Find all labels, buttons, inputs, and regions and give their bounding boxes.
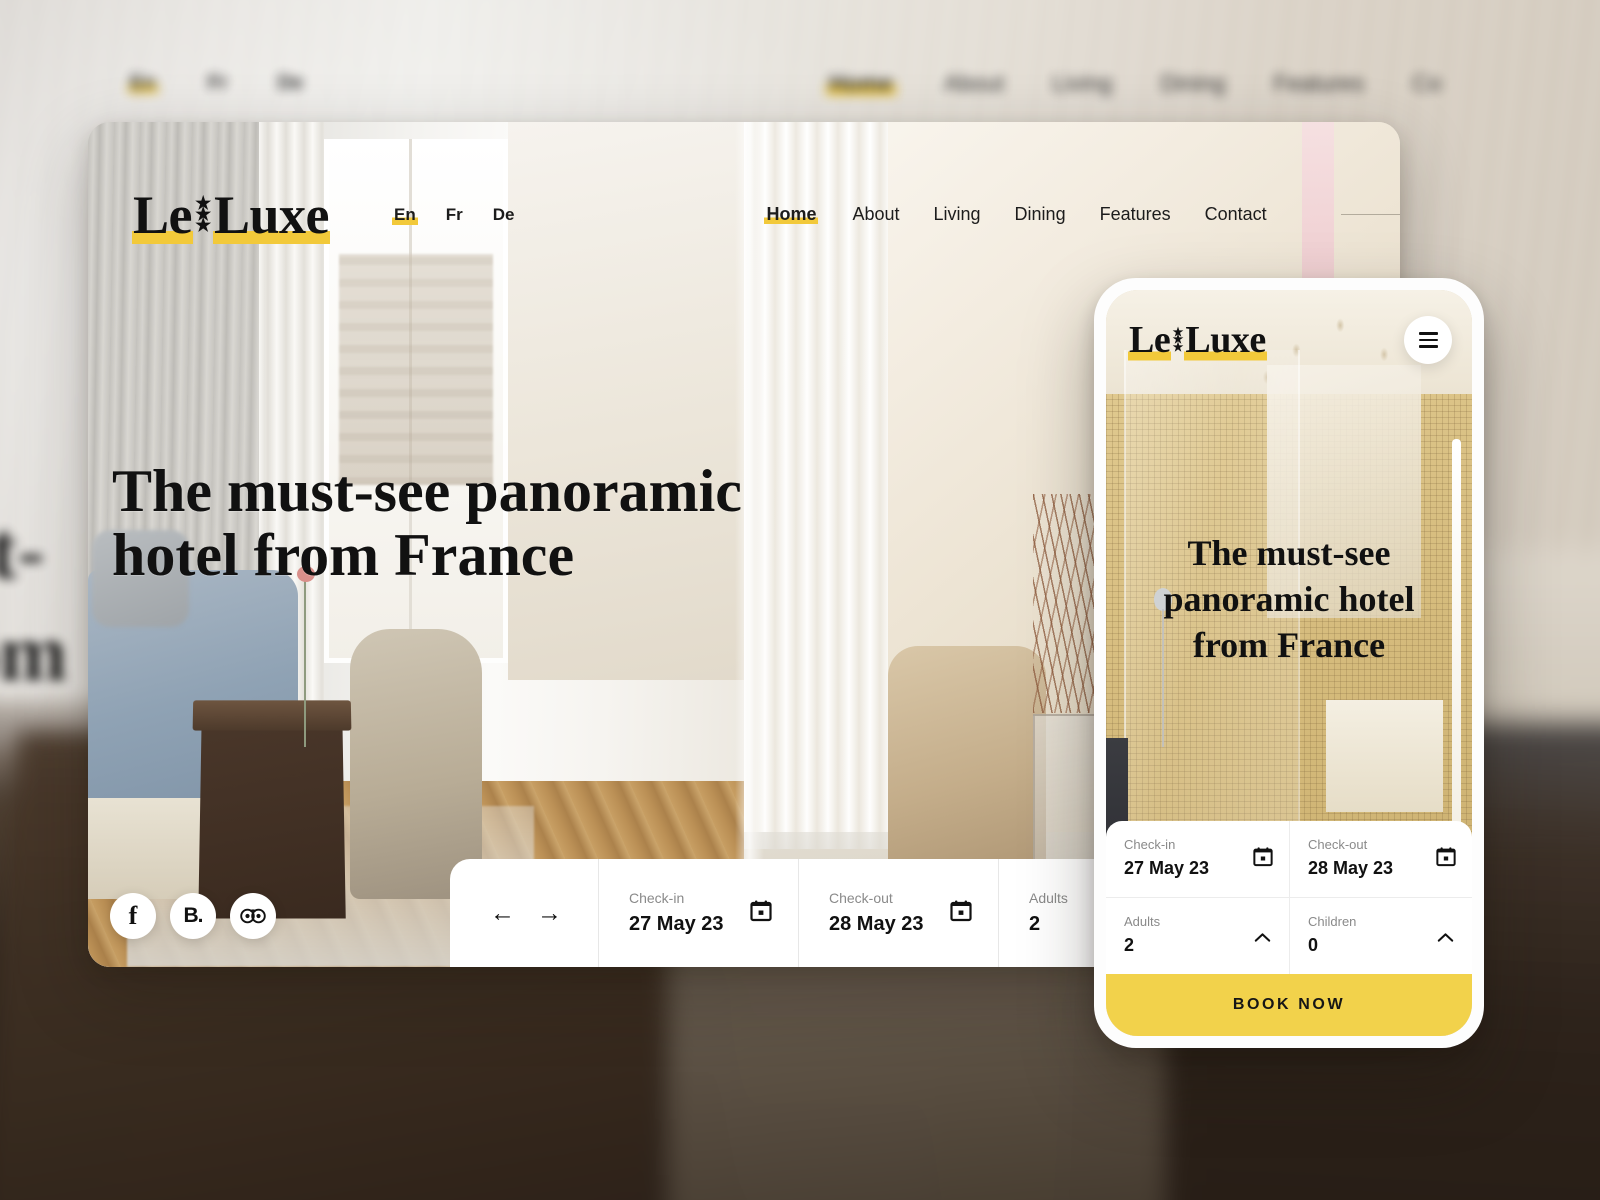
calendar-icon[interactable] (1436, 847, 1456, 872)
background-nav-living: Living (1052, 70, 1113, 96)
phone-checkout-value: 28 May 23 (1308, 858, 1394, 878)
phone-hero-towel (1325, 700, 1443, 813)
logo-stars-icon: ★ ★ ★ (1172, 325, 1184, 354)
phone-adults-label: Adults (1124, 914, 1161, 929)
logo-word-luxe: Luxe (212, 183, 330, 246)
calendar-icon[interactable] (750, 900, 772, 927)
background-language-fr: Fr (207, 72, 228, 94)
phone-booking-grid: Check-in 27 May 23 Check-out 28 May 23 A… (1106, 821, 1472, 974)
logo-word-le: Le (132, 183, 193, 246)
phone-headline-line-2: panoramic hotel (1163, 579, 1415, 620)
background-nav-home: Home (826, 70, 896, 97)
background-language-de: De (277, 72, 304, 94)
phone-hero-headline: The must-see panoramic hotel from France (1124, 530, 1454, 668)
background-headline-fragment-2: om (0, 606, 68, 698)
phone-checkin-label: Check-in (1124, 837, 1176, 852)
background-headline-fragment-1: st- (0, 505, 45, 596)
phone-screen: Le ★ ★ ★ Luxe The must-see panoramic hot… (1106, 290, 1472, 1036)
phone-mockup: Le ★ ★ ★ Luxe The must-see panoramic hot… (1094, 278, 1484, 1048)
calendar-icon[interactable] (950, 900, 972, 927)
nav-item-about[interactable]: About (852, 204, 899, 225)
nav-item-home[interactable]: Home (764, 204, 819, 225)
logo-word-le: Le (1128, 318, 1172, 362)
background-headline: st- om (0, 500, 67, 703)
phone-headline-line-3: from France (1192, 625, 1386, 666)
phone-checkin-value: 27 May 23 (1124, 858, 1210, 878)
hero-armchair (350, 629, 482, 900)
checkout-field[interactable]: Check-out 28 May 23 (798, 859, 998, 967)
booking-com-icon[interactable]: B. (170, 893, 216, 939)
logo-stars-icon: ★ ★ ★ (195, 194, 211, 236)
background-language-en: En (128, 72, 158, 95)
desktop-hero-headline: The must-see panoramic hotel from France (112, 458, 742, 588)
hero-loveseat (888, 645, 1046, 866)
caret-up-icon[interactable] (1437, 928, 1454, 948)
tripadvisor-icon[interactable] (230, 893, 276, 939)
phone-children-field[interactable]: Children 0 (1289, 897, 1472, 974)
nav-divider (1340, 213, 1400, 216)
phone-logo[interactable]: Le ★ ★ ★ Luxe (1128, 318, 1267, 362)
phone-adults-field[interactable]: Adults 2 (1106, 897, 1289, 974)
background-nav-about: About (943, 70, 1005, 96)
logo-word-luxe: Luxe (1184, 318, 1267, 362)
logo-star-3: ★ (195, 215, 211, 236)
phone-booking-card: Check-in 27 May 23 Check-out 28 May 23 A… (1106, 821, 1472, 1036)
checkin-value: 27 May 23 (629, 913, 724, 935)
phone-adults-value: 2 (1124, 935, 1135, 955)
phone-checkin-field[interactable]: Check-in 27 May 23 (1106, 821, 1289, 897)
hero-coffee-table (197, 716, 346, 918)
checkin-field[interactable]: Check-in 27 May 23 (598, 859, 798, 967)
logo-star-3: ★ (1172, 339, 1184, 354)
phone-children-label: Children (1308, 914, 1357, 929)
checkout-value: 28 May 23 (829, 913, 924, 935)
hamburger-bar-1 (1418, 332, 1438, 335)
slider-arrows: ← → (450, 859, 598, 967)
phone-checkout-label: Check-out (1308, 837, 1368, 852)
hamburger-bar-2 (1418, 338, 1438, 342)
phone-children-value: 0 (1308, 935, 1319, 955)
book-now-button[interactable]: BOOK NOW (1106, 974, 1472, 1036)
nav-item-dining[interactable]: Dining (1015, 204, 1066, 225)
checkin-label: Check-in (629, 890, 685, 906)
hero-flower-vase (297, 566, 316, 748)
background-nav-contact: Co (1412, 70, 1442, 96)
desktop-main-nav: Home About Living Dining Features Contac… (764, 184, 1400, 246)
background-nav-dining: Dining (1160, 70, 1226, 96)
mockup-stage: En Fr De Home About Living Dining Featur… (0, 0, 1600, 1200)
desktop-logo[interactable]: Le ★ ★ ★ Luxe (132, 183, 330, 246)
nav-item-living[interactable]: Living (934, 204, 981, 225)
language-option-fr[interactable]: Fr (444, 204, 465, 226)
background-nav: Home About Living Dining Features Co (826, 70, 1442, 97)
nav-item-features[interactable]: Features (1100, 204, 1171, 225)
checkout-label: Check-out (829, 890, 893, 906)
hamburger-icon[interactable] (1404, 316, 1452, 364)
social-links: f B. (110, 893, 276, 939)
language-option-en[interactable]: En (391, 203, 418, 226)
calendar-icon[interactable] (1253, 847, 1273, 872)
background-nav-features: Features (1273, 70, 1365, 96)
language-option-de[interactable]: De (491, 204, 517, 226)
facebook-icon[interactable]: f (110, 893, 156, 939)
phone-header: Le ★ ★ ★ Luxe (1106, 290, 1472, 390)
phone-checkout-field[interactable]: Check-out 28 May 23 (1289, 821, 1472, 897)
headline-line-1: The must-see panoramic (112, 458, 742, 524)
phone-headline-line-1: The must-see (1187, 533, 1391, 573)
slider-next-arrow-icon[interactable]: → (537, 900, 562, 926)
desktop-language-switcher: En Fr De (391, 203, 517, 226)
nav-item-contact[interactable]: Contact (1205, 204, 1267, 225)
slider-prev-arrow-icon[interactable]: ← (490, 900, 515, 926)
background-language-switcher: En Fr De (128, 72, 303, 95)
caret-up-icon[interactable] (1254, 928, 1271, 948)
headline-line-2: hotel from France (112, 521, 575, 588)
hamburger-bar-3 (1418, 345, 1438, 348)
